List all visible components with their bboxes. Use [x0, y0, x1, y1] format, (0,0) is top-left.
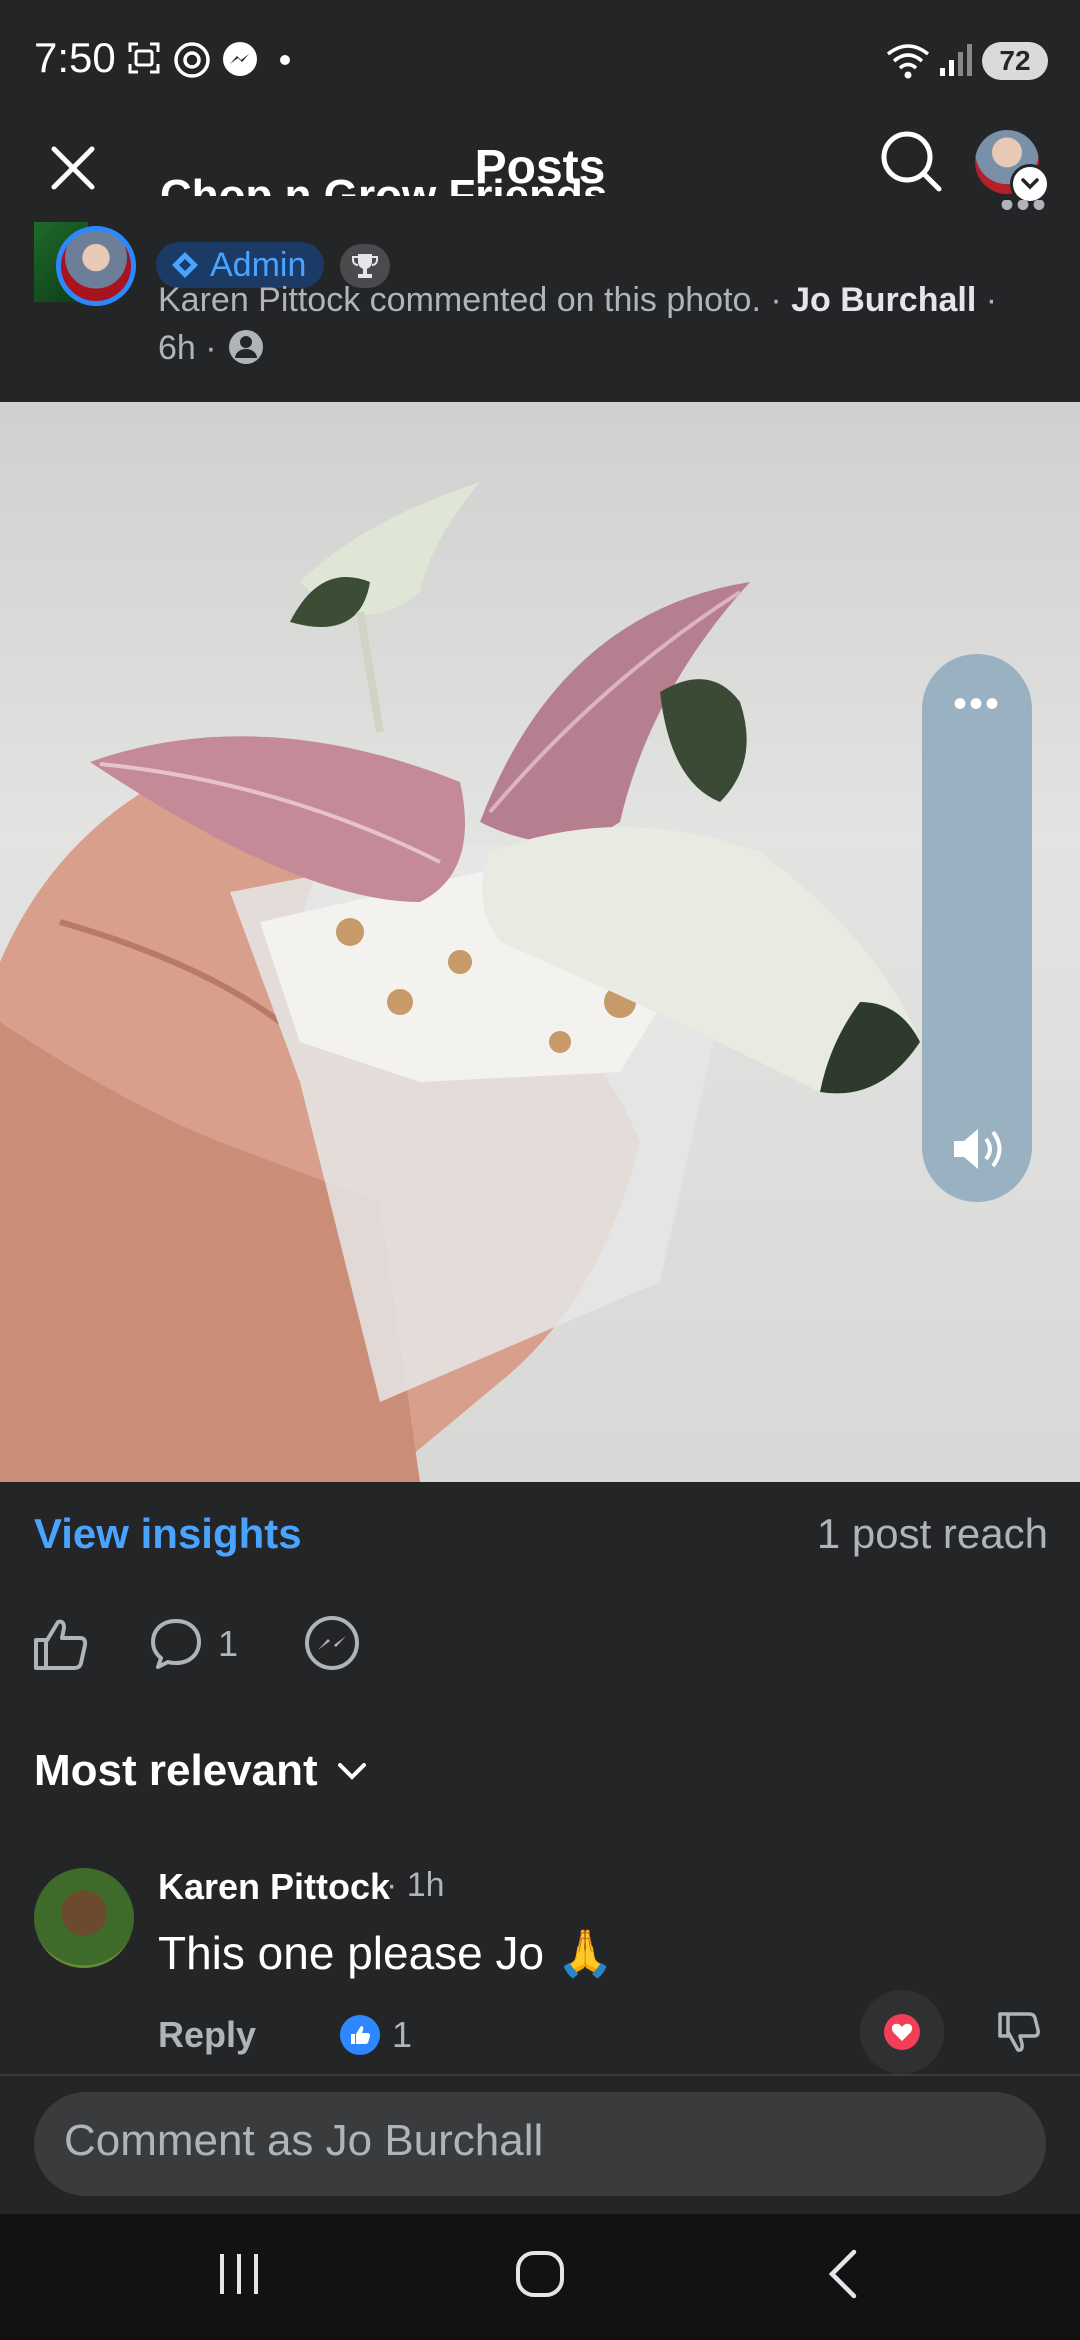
comment-icon [151, 1619, 201, 1669]
wifi-icon [886, 44, 930, 79]
view-insights-link[interactable]: View insights [34, 1510, 302, 1558]
activity-text: Karen Pittock commented on this photo. · [158, 281, 792, 319]
post-author-name[interactable]: Jo Burchall [791, 281, 976, 319]
status-time: 7:50 [34, 34, 116, 81]
post-reach-count: 1 post reach [816, 1510, 1048, 1557]
post-photo[interactable] [0, 402, 1080, 1482]
author-avatar[interactable] [56, 226, 136, 306]
screenshot-icon [128, 42, 160, 74]
sort-label: Most relevant [34, 1746, 318, 1795]
reply-button[interactable]: Reply [158, 2014, 256, 2056]
commenter-name[interactable]: Karen Pittock [158, 1866, 390, 1908]
chevron-down-icon[interactable] [1010, 164, 1050, 204]
more-options-icon[interactable]: ••• [922, 684, 1032, 724]
battery-indicator: 72 [982, 42, 1048, 80]
commenter-avatar[interactable] [34, 1868, 134, 1968]
recent-apps-icon[interactable] [214, 2244, 264, 2304]
audience-members-icon[interactable] [226, 327, 266, 367]
love-reaction-button[interactable] [860, 1990, 944, 2074]
comment-input[interactable]: Comment as Jo Burchall [64, 2116, 543, 2166]
like-reaction-icon [340, 2015, 380, 2055]
dislike-icon[interactable] [994, 2008, 1042, 2056]
chevron-down-icon [337, 1763, 366, 1780]
group-name[interactable]: Chop n Grow Friends [160, 156, 607, 196]
comment-reactions[interactable]: 1 [340, 2014, 412, 2056]
threads-icon [174, 42, 210, 78]
like-icon[interactable] [30, 1614, 90, 1674]
volume-icon[interactable] [950, 1124, 1006, 1174]
signal-icon [940, 44, 972, 76]
back-icon[interactable] [818, 2244, 868, 2304]
plant-photo-illustration [0, 482, 920, 1482]
comment-count: 1 [218, 1623, 239, 1664]
heart-icon [884, 2014, 920, 2050]
messenger-send-icon[interactable] [302, 1614, 362, 1674]
divider [0, 2074, 1080, 2076]
search-icon[interactable] [875, 125, 947, 197]
comment-button[interactable]: 1 [148, 1614, 238, 1674]
post-meta: Karen Pittock commented on this photo. ·… [158, 276, 1038, 372]
video-volume-panel[interactable]: ••• [922, 654, 1032, 1202]
comment-time: · 1h [386, 1866, 445, 1904]
home-icon[interactable] [510, 2244, 570, 2304]
messenger-icon [223, 42, 257, 76]
post-options-icon[interactable]: ••• [1000, 200, 1048, 230]
comment-text: This one please Jo 🙏 [158, 1927, 615, 1979]
comment-sort-dropdown[interactable]: Most relevant [34, 1746, 370, 1796]
comment-like-count: 1 [392, 2014, 413, 2055]
notification-dot-icon [280, 55, 290, 65]
